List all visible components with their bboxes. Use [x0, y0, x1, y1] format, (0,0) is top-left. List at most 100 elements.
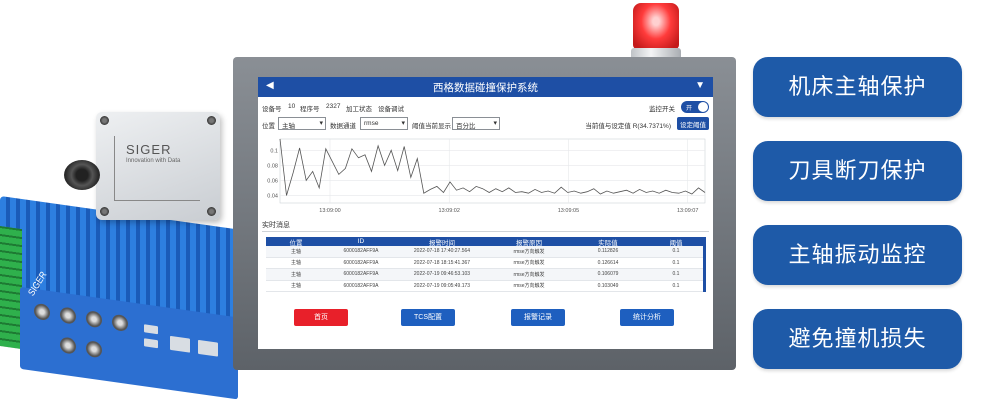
realtime-title: 实时消息	[262, 222, 290, 229]
port-icon	[60, 336, 76, 355]
port-icon	[34, 302, 50, 322]
dropdown-arrow-icon[interactable]: ▼	[695, 80, 705, 91]
alarm-light-icon	[633, 3, 679, 49]
table-cell: 0.1	[672, 248, 680, 255]
screw-icon	[207, 207, 216, 216]
table-cell: 6000182AFF9A	[343, 271, 379, 278]
position-label: 位置	[262, 123, 275, 130]
position-value: 主轴	[282, 123, 295, 130]
screw-icon	[207, 116, 216, 125]
monitor-switch-state: 开	[686, 106, 693, 112]
monitor: ◀ 西格数据碰撞保护系统 ▼ 设备号 10 程序号 2327 加工状态 设备调试…	[233, 57, 736, 370]
x-tick-label: 13:09:02	[439, 208, 460, 214]
port-icon	[112, 313, 128, 332]
channel-select[interactable]: rmse ▾	[360, 117, 408, 130]
sensor-brand: SIGER	[126, 142, 172, 157]
info-row: 设备号 10 程序号 2327 加工状态 设备调试 监控开关 开	[262, 101, 709, 113]
terminal-block	[0, 226, 22, 350]
position-select[interactable]: 主轴 ▾	[278, 117, 326, 130]
device-value: 10	[288, 103, 296, 110]
column-header: 位置	[289, 239, 303, 247]
port-icon	[86, 340, 102, 359]
state-label: 加工状态	[346, 106, 372, 113]
table-cell: rmse方向触发	[513, 248, 545, 255]
feature-spindle-protection: 机床主轴保护	[753, 57, 962, 117]
y-tick-label: 0.1	[270, 148, 278, 154]
threshold-display-select[interactable]: 百分比 ▾	[452, 117, 500, 130]
table-cell: 主轴	[290, 283, 301, 290]
column-header: ID	[357, 238, 365, 245]
app-title: 西格数据碰撞保护系统	[433, 82, 538, 94]
alarm-table: 位置 ID 报警时间 报警原因 实际值 阈值 主轴 6000182AFF9A 2022-07-…	[266, 237, 706, 292]
x-tick-label: 13:09:00	[319, 208, 340, 214]
table-cell: 0.106079	[597, 271, 619, 278]
port-icon	[60, 306, 76, 325]
filter-row: 位置 主轴 ▾ 数据通道 rmse ▾ 阈值当前显示 百分比 ▾ 当前值与设定值…	[262, 117, 709, 131]
table-cell: 2022-07-19 09:46:53.103	[413, 271, 471, 278]
table-header: 位置 ID 报警时间 报警原因 实际值 阈值	[266, 237, 703, 247]
column-header: 阈值	[669, 239, 683, 247]
table-cell: rmse方向触发	[513, 271, 545, 278]
feature-tool-break-protection: 刀具断刀保护	[753, 141, 962, 201]
usb-port-icon	[144, 338, 158, 349]
table-cell: 2022-07-18 17:40:27.564	[413, 248, 471, 255]
divider	[262, 231, 709, 232]
feature-vibration-monitoring: 主轴振动监控	[753, 225, 962, 285]
table-cell: 6000182AFF9A	[343, 259, 379, 266]
table-row[interactable]: 主轴 6000182AFF9A 2022-07-19 09:46:53.103 rms…	[266, 269, 703, 281]
y-tick-label: 0.08	[267, 163, 278, 169]
table-row[interactable]: 主轴 6000182AFF9A 2022-07-18 18:15:41.367 rms…	[266, 258, 703, 269]
x-tick-label: 13:09:07	[677, 208, 698, 214]
table-row[interactable]: 主轴 6000182AFF9A 2022-07-19 09:05:49.173 rms…	[266, 281, 703, 292]
statistics-button[interactable]: 统计分析	[620, 309, 674, 326]
app-screen: ◀ 西格数据碰撞保护系统 ▼ 设备号 10 程序号 2327 加工状态 设备调试…	[258, 77, 713, 349]
port-icon	[86, 310, 102, 329]
table-cell: 0.126614	[597, 259, 619, 266]
screw-icon	[100, 207, 109, 216]
ethernet-port-icon	[198, 339, 218, 357]
program-value: 2327	[326, 103, 341, 110]
table-cell: rmse方向触发	[513, 283, 545, 290]
tcs-config-button[interactable]: TCS配置	[401, 309, 455, 326]
ratio-text: 当前值与设定值 R(34.7371%)	[585, 123, 671, 130]
threshold-display-label: 阈值当前显示	[412, 123, 451, 130]
table-cell: 2022-07-19 09:05:49.173	[413, 282, 471, 289]
set-threshold-button[interactable]: 设定阈值	[677, 117, 709, 130]
column-header: 报警时间	[429, 239, 455, 247]
column-header: 实际值	[598, 239, 618, 247]
rmse-line-chart: 0.1 0.08 0.06 0.04 13:09:00 13:09:02 13:09:05 1…	[267, 138, 706, 214]
chevron-down-icon: ▾	[319, 120, 323, 127]
table-row[interactable]: 主轴 6000182AFF9A 2022-07-18 17:40:27.564 rms…	[266, 246, 703, 258]
plot-area	[279, 138, 706, 204]
screw-icon	[100, 116, 109, 125]
table-cell: 0.112826	[597, 248, 619, 255]
table-cell: 0.1	[672, 271, 680, 278]
table-cell: 主轴	[290, 271, 301, 278]
table-cell: 0.1	[672, 282, 680, 289]
chevron-down-icon: ▾	[401, 120, 405, 127]
table-cell: 6000182AFF9A	[343, 282, 379, 289]
feature-crash-avoidance: 避免撞机损失	[753, 309, 962, 369]
monitor-switch-toggle[interactable]: 开	[681, 101, 709, 113]
table-cell: 2022-07-18 18:15:41.367	[413, 259, 471, 266]
alarm-log-button[interactable]: 报警记录	[511, 309, 565, 326]
toggle-knob	[698, 102, 708, 112]
title-bar: ◀ 西格数据碰撞保护系统 ▼	[258, 77, 713, 97]
state-value: 设备调试	[378, 106, 404, 113]
y-tick-label: 0.06	[267, 178, 278, 184]
table-cell: rmse方向触发	[513, 260, 545, 267]
table-cell: 主轴	[290, 248, 301, 255]
axis-mark	[114, 200, 200, 201]
controller-unit: SIGER	[0, 196, 238, 405]
y-tick-label: 0.04	[267, 193, 278, 199]
home-button[interactable]: 首页	[294, 309, 348, 326]
chevron-down-icon: ▾	[493, 120, 497, 127]
table-cell: 0.1	[672, 259, 680, 266]
device-label: 设备号	[262, 106, 282, 113]
table-body: 主轴 6000182AFF9A 2022-07-18 17:40:27.564 rms…	[266, 246, 703, 292]
x-tick-label: 13:09:05	[558, 208, 579, 214]
table-cell: 0.103049	[597, 282, 619, 289]
usb-port-icon	[144, 324, 158, 335]
cable-connector-icon	[64, 160, 100, 190]
sensor-box: SIGER Innovation with Data	[96, 112, 220, 220]
